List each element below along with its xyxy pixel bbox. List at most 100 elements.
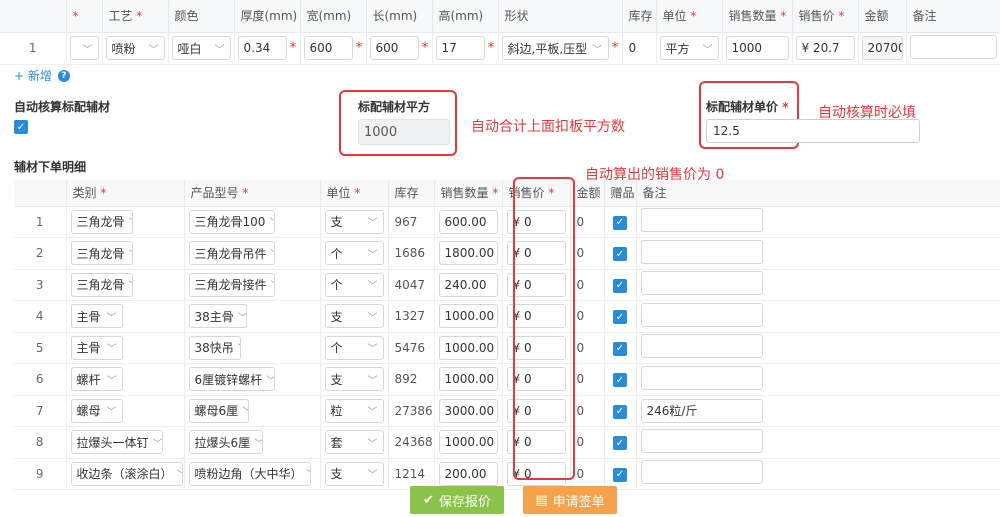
acc-qty-cell: 200.00	[434, 458, 503, 490]
std-price-input[interactable]: 12.5	[706, 119, 920, 143]
process-select[interactable]: 喷粉 ﹀	[105, 36, 165, 60]
unit-select[interactable]: 个 ﹀	[324, 241, 384, 266]
header-height: 高(mm)	[432, 0, 499, 33]
remark-input[interactable]	[640, 208, 763, 233]
width-input[interactable]: 600	[303, 36, 353, 60]
gift-checkbox[interactable]: ✓	[613, 341, 627, 356]
acc-header-model: 产品型号 *	[184, 180, 321, 207]
category-select[interactable]: 三角龙骨﹀	[70, 241, 133, 266]
header-sale-price: 销售价 *	[792, 0, 859, 33]
stock-cell: 0	[622, 32, 657, 65]
category-select[interactable]: 收边条（滚涂白）﹀	[70, 461, 183, 486]
acc-row-index: 6	[14, 363, 67, 396]
acc-remark-cell	[636, 458, 1000, 490]
sales-qty-input[interactable]: 1000.00	[438, 430, 498, 455]
shape-select[interactable]: 斜边,平板,压型 ﹀	[501, 36, 609, 60]
sales-qty-input[interactable]: 200.00	[438, 461, 498, 486]
acc-stock: 967	[388, 206, 435, 238]
gift-checkbox[interactable]: ✓	[613, 310, 627, 324]
item-select[interactable]: ﹀	[69, 36, 99, 60]
sale-price-input[interactable]: ¥ 20.7	[795, 36, 855, 60]
unit-select[interactable]: 套 ﹀	[324, 430, 384, 455]
unit-select[interactable]: 支 ﹀	[324, 304, 384, 329]
unit-select[interactable]: 支 ﹀	[324, 209, 384, 234]
product-table-header: * 工艺 * 颜色 厚度(mm) 宽(mm) 长(mm) 高(mm) 形状 库存…	[0, 0, 1000, 33]
submit-order-button[interactable]: ▤ 申请签单	[523, 486, 617, 514]
unit-select[interactable]: 支 ﹀	[324, 367, 384, 392]
sales-qty-input[interactable]: 1000.00	[438, 367, 498, 392]
acc-row-index: 7	[14, 395, 67, 427]
remark-input[interactable]	[640, 428, 763, 453]
unit-select[interactable]: 个 ﹀	[324, 335, 384, 360]
acc-amount: 0	[570, 395, 605, 427]
gift-checkbox[interactable]: ✓	[613, 215, 627, 230]
category-select[interactable]: 螺杆 ﹀	[70, 367, 123, 392]
gift-checkbox[interactable]: ✓	[613, 436, 627, 450]
unit-select[interactable]: 支 ﹀	[324, 461, 384, 486]
add-row-link[interactable]: + 新增 ?	[14, 67, 70, 84]
thickness-cell: 0.34 *	[234, 32, 301, 65]
sales-qty-input[interactable]: 1800.00	[438, 241, 498, 266]
gift-checkbox[interactable]: ✓	[613, 278, 627, 293]
remark-input[interactable]	[640, 271, 763, 296]
acc-row: 7螺母﹀螺母6厘﹀粒﹀273863000.00¥ 00✓246粒/斤	[14, 395, 1000, 427]
acc-row-index: 8	[14, 426, 67, 459]
model-select[interactable]: 拉爆头6厘﹀	[188, 430, 263, 455]
sales-qty-input[interactable]: 1000	[725, 36, 789, 60]
header-shape: 形状	[498, 0, 623, 33]
remark-input[interactable]	[640, 334, 763, 359]
height-cell: 17 *	[432, 32, 499, 65]
remark-input[interactable]	[640, 239, 763, 264]
length-input[interactable]: 600	[369, 36, 419, 60]
model-select[interactable]: 三角龙骨接件﹀	[188, 272, 275, 297]
model-select[interactable]: 螺母6厘﹀	[188, 398, 249, 423]
category-select[interactable]: 螺母 ﹀	[70, 398, 123, 423]
unit-select[interactable]: 粒 ﹀	[324, 398, 384, 423]
thickness-input[interactable]: 0.34	[237, 36, 287, 60]
category-select[interactable]: 主骨 ﹀	[70, 304, 123, 329]
sales-qty-input[interactable]: 240.00	[438, 272, 498, 297]
acc-category-cell: 螺母 ﹀	[66, 395, 185, 427]
model-select[interactable]: 6厘镀锌螺杆﹀	[188, 367, 275, 392]
auto-calc-checkbox[interactable]: ✓	[14, 120, 28, 134]
acc-section-title: 辅材下单明细	[14, 160, 87, 174]
color-cell: 哑白 ﹀	[168, 32, 235, 65]
model-select[interactable]: 三角龙骨吊件﹀	[188, 241, 275, 266]
help-icon[interactable]: ?	[57, 69, 70, 82]
add-row-label[interactable]: + 新增	[14, 67, 52, 84]
model-select[interactable]: 38主骨﹀	[188, 304, 247, 329]
gift-checkbox[interactable]: ✓	[613, 373, 627, 387]
color-select[interactable]: 哑白 ﹀	[171, 36, 231, 60]
sales-qty-input[interactable]: 1000.00	[438, 335, 498, 360]
sales-qty-input[interactable]: 600.00	[438, 209, 498, 234]
category-select[interactable]: 三角龙骨﹀	[70, 209, 133, 234]
header-color: 颜色	[168, 0, 235, 33]
sales-qty-input[interactable]: 3000.00	[438, 398, 498, 423]
acc-unit-cell: 支 ﹀	[320, 300, 389, 333]
height-input[interactable]: 17	[435, 36, 485, 60]
category-select[interactable]: 拉爆头一体钉 ﹀	[70, 430, 163, 455]
chevron-down-icon: ﹀	[271, 246, 274, 261]
save-quote-button[interactable]: ✔ 保存报价	[410, 486, 504, 514]
model-select[interactable]: 38快吊﹀	[188, 335, 241, 360]
remark-input[interactable]	[909, 34, 997, 59]
category-select[interactable]: 主骨 ﹀	[70, 335, 123, 360]
sales-qty-input[interactable]: 1000.00	[438, 304, 498, 329]
acc-row: 5主骨﹀38快吊﹀个﹀54761000.00¥ 00✓	[14, 332, 1000, 364]
unit-select[interactable]: 平方 ﹀	[659, 36, 719, 60]
acc-header-unit: 单位 *	[320, 180, 389, 207]
unit-select[interactable]: 个 ﹀	[324, 272, 384, 297]
remark-input[interactable]: 246粒/斤	[640, 398, 763, 423]
model-select[interactable]: 喷粉边角（大中华）﹀	[188, 461, 311, 486]
remark-input[interactable]	[640, 365, 763, 390]
model-select[interactable]: 三角龙骨100﹀	[188, 209, 275, 234]
acc-row: 3三角龙骨﹀三角龙骨接件﹀个﹀4047240.00¥ 00✓	[14, 269, 1000, 301]
gift-checkbox[interactable]: ✓	[613, 404, 627, 419]
gift-checkbox[interactable]: ✓	[613, 247, 627, 261]
remark-input[interactable]	[640, 460, 763, 485]
remark-input[interactable]	[640, 302, 763, 327]
gift-checkbox[interactable]: ✓	[613, 467, 627, 482]
category-select[interactable]: 三角龙骨﹀	[70, 272, 133, 297]
acc-qty-cell: 240.00	[434, 269, 503, 301]
document-icon: ▤	[535, 492, 548, 508]
